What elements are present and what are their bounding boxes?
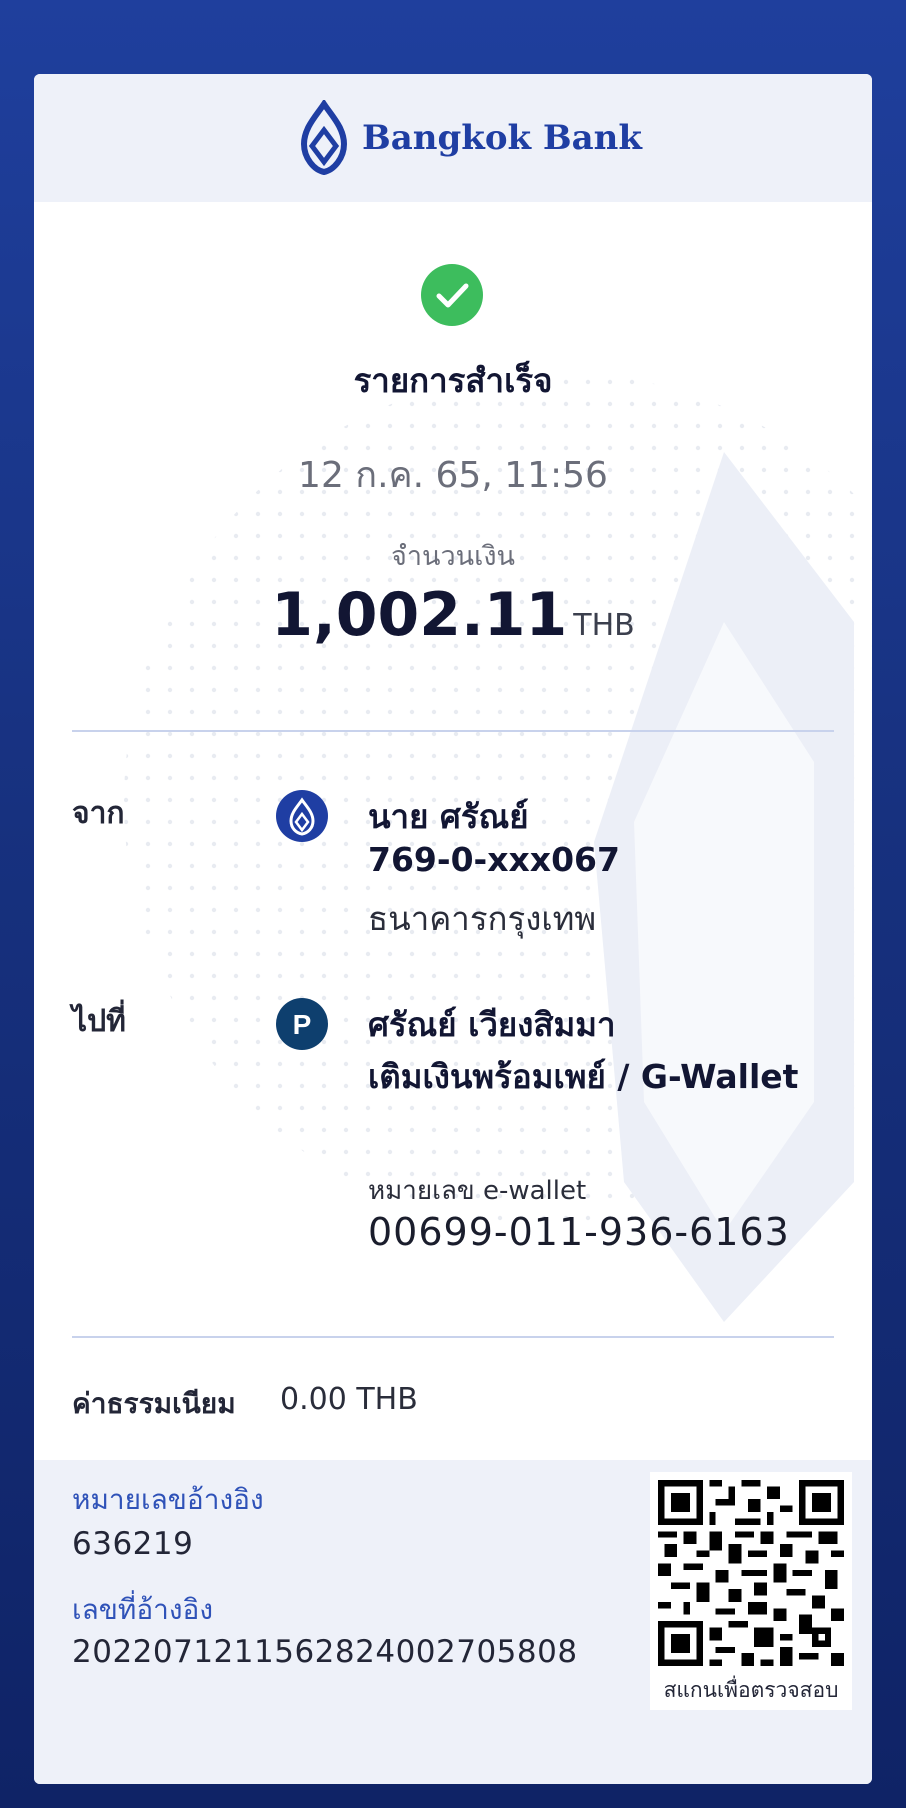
status-title: รายการสำเร็จ bbox=[353, 361, 553, 400]
qr-code-icon bbox=[658, 1480, 844, 1666]
bank-name: Bangkok Bank bbox=[362, 118, 642, 158]
to-service: เติมเงินพร้อมเพย์ / G-Wallet bbox=[368, 1057, 799, 1096]
wallet-label: หมายเลข e-wallet bbox=[368, 1176, 587, 1206]
check-circle-icon bbox=[421, 264, 483, 326]
bank-brand: Bangkok Bank bbox=[296, 100, 642, 176]
fee-value: 0.00 THB bbox=[280, 1382, 418, 1417]
bangkok-bank-logo-icon bbox=[300, 100, 348, 176]
divider bbox=[72, 730, 834, 732]
svg-text:P: P bbox=[293, 1009, 312, 1040]
promptpay-p-icon: P bbox=[276, 998, 328, 1050]
amount: 1,002.11 THB bbox=[34, 580, 872, 650]
amount-value: 1,002.11 bbox=[271, 580, 568, 650]
divider bbox=[72, 1336, 834, 1338]
from-name: นาย ศรัณย์ bbox=[368, 797, 529, 836]
fee-label: ค่าธรรมเนียม bbox=[72, 1387, 236, 1420]
wallet-number: 00699-011-936-6163 bbox=[368, 1210, 790, 1254]
transaction-datetime: 12 ก.ค. 65, 11:56 bbox=[298, 455, 608, 496]
reference-number: 636219 bbox=[72, 1526, 194, 1562]
qr-caption: สแกนเพื่อตรวจสอบ bbox=[663, 1678, 839, 1702]
to-label: ไปที่ bbox=[72, 1004, 126, 1039]
reference-number-label: หมายเลขอ้างอิง bbox=[72, 1483, 264, 1516]
from-label: จาก bbox=[72, 796, 125, 831]
bangkok-bank-logo-icon bbox=[276, 790, 328, 842]
to-name: ศรัณย์ เวียงสิมมา bbox=[368, 1005, 616, 1044]
transaction-ref-label: เลขที่อ้างอิง bbox=[72, 1593, 214, 1626]
receipt-header: Bangkok Bank bbox=[34, 74, 872, 202]
amount-label: จำนวนเงิน bbox=[391, 541, 515, 572]
from-bank: ธนาคารกรุงเทพ bbox=[368, 899, 597, 938]
transaction-ref: 2022071211562824002705808 bbox=[72, 1634, 578, 1670]
receipt-card: Bangkok Bank รายการสำเร็จ 12 ก.ค. 65, 11… bbox=[34, 74, 872, 1784]
from-account: 769-0-xxx067 bbox=[368, 840, 620, 879]
amount-currency: THB bbox=[573, 608, 635, 643]
